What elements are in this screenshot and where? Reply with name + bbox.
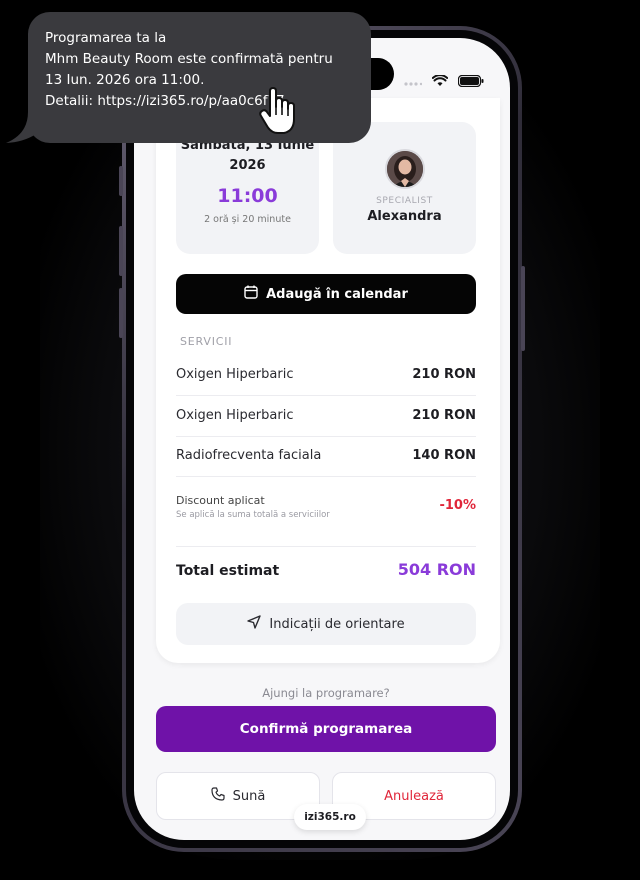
service-name: Oxigen Hiperbaric: [176, 367, 294, 382]
battery-icon: [457, 72, 484, 91]
service-price: 210 RON: [412, 367, 476, 382]
specialist-label: SPECIALIST: [376, 196, 433, 206]
service-row: Oxigen Hiperbaric 210 RON: [176, 367, 476, 382]
directions-button[interactable]: Indicații de orientare: [176, 603, 476, 645]
add-to-calendar-label: Adaugă în calendar: [266, 286, 408, 302]
sms-line: Mhm Beauty Room este confirmată pentru: [45, 51, 333, 67]
call-label: Sună: [232, 788, 266, 804]
service-name: Radiofrecventa faciala: [176, 448, 322, 463]
phone-volume-up-button: [119, 226, 123, 276]
service-row: Oxigen Hiperbaric 210 RON: [176, 408, 476, 423]
phone-volume-down-button: [119, 288, 123, 338]
sms-notification[interactable]: Programarea ta la Mhm Beauty Room este c…: [28, 12, 371, 143]
domain-badge: izi365.ro: [294, 804, 366, 830]
services-section-label: SERVICII: [180, 335, 233, 348]
service-name: Oxigen Hiperbaric: [176, 408, 294, 423]
cancel-label: Anulează: [384, 788, 444, 804]
service-price: 210 RON: [412, 408, 476, 423]
row-divider: [176, 546, 476, 547]
row-divider: [176, 436, 476, 437]
sms-link[interactable]: Detalii: https://izi365.ro/p/aa0c6f77: [45, 91, 359, 112]
directions-label: Indicații de orientare: [269, 616, 405, 632]
app-screen: Sâmbătă, 13 Iunie 2026 11:00 2 oră și 20…: [134, 38, 510, 840]
discount-value: -10%: [439, 498, 476, 513]
phone-mute-button: [119, 166, 123, 196]
total-label: Total estimat: [176, 563, 280, 579]
status-bar: [404, 72, 484, 91]
signal-dots-icon: [404, 72, 423, 91]
row-divider: [176, 395, 476, 396]
appointment-time: 11:00: [217, 185, 278, 207]
wifi-icon: [431, 72, 449, 91]
sms-line: 13 Iun. 2026 ora 11:00.: [45, 72, 205, 88]
total-value: 504 RON: [397, 560, 476, 579]
service-row: Radiofrecventa faciala 140 RON: [176, 448, 476, 463]
phone-power-button: [521, 266, 525, 351]
appointment-card: Sâmbătă, 13 Iunie 2026 11:00 2 oră și 20…: [156, 98, 500, 663]
calendar-icon: [244, 285, 258, 303]
row-divider: [176, 476, 476, 477]
navigation-arrow-icon: [247, 615, 262, 633]
sms-line: Programarea ta la: [45, 30, 167, 46]
phone-icon: [211, 787, 225, 805]
service-price: 140 RON: [412, 448, 476, 463]
appointment-duration: 2 oră și 20 minute: [204, 214, 291, 225]
appointment-year: 2026: [229, 158, 266, 173]
sms-bubble-tail: [6, 112, 36, 143]
hand-pointer-icon: [258, 87, 304, 141]
specialist-name: Alexandra: [367, 209, 442, 224]
phone-frame: Sâmbătă, 13 Iunie 2026 11:00 2 oră și 20…: [119, 26, 525, 852]
discount-title: Discount aplicat: [176, 494, 265, 507]
specialist-avatar: [384, 149, 425, 189]
confirm-appointment-button[interactable]: Confirmă programarea: [156, 706, 496, 752]
attendance-question: Ajungi la programare?: [262, 686, 390, 700]
discount-subtitle: Se aplică la suma totală a serviciilor: [176, 510, 330, 520]
add-to-calendar-button[interactable]: Adaugă în calendar: [176, 274, 476, 314]
